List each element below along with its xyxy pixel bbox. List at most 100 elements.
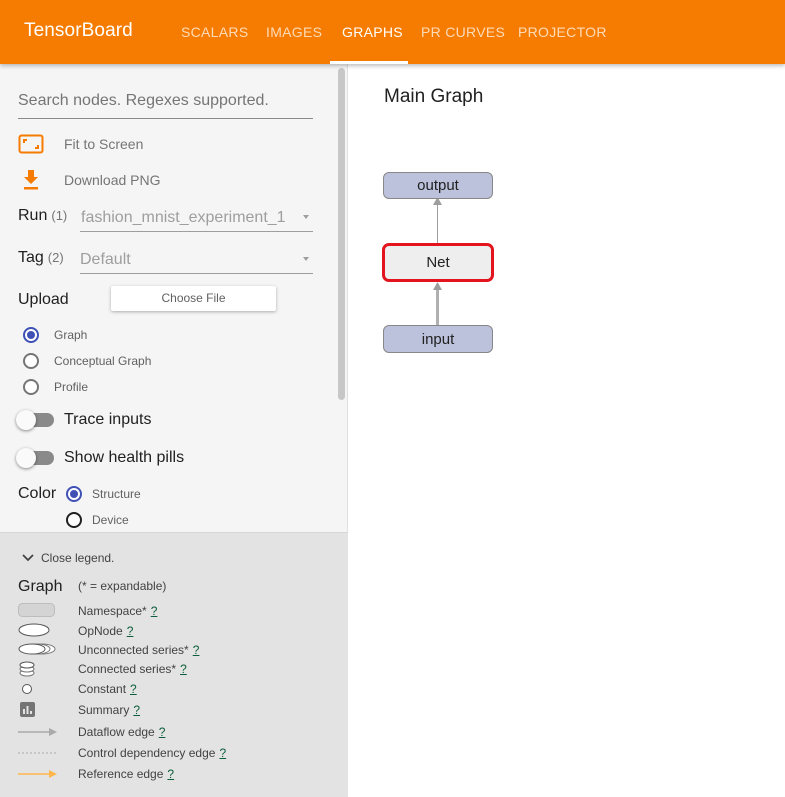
help-link[interactable]: ? bbox=[159, 725, 166, 739]
upload-label: Upload bbox=[18, 291, 69, 308]
legend-label: Dataflow edge bbox=[78, 725, 155, 739]
tag-count: (2) bbox=[47, 250, 64, 265]
help-link[interactable]: ? bbox=[127, 624, 134, 638]
download-png-button[interactable]: Download PNG bbox=[18, 168, 161, 192]
radio-graph[interactable]: Graph bbox=[23, 327, 87, 343]
help-link[interactable]: ? bbox=[151, 604, 158, 618]
help-link[interactable]: ? bbox=[167, 767, 174, 781]
radio-structure-label: Structure bbox=[92, 487, 141, 501]
summary-icon bbox=[18, 702, 58, 718]
run-select-value: fashion_mnist_experiment_1 bbox=[81, 209, 286, 226]
constant-icon bbox=[18, 681, 58, 697]
control-edge-icon bbox=[18, 745, 58, 761]
namespace-icon bbox=[18, 603, 58, 619]
tag-select-value: Default bbox=[80, 251, 131, 268]
legend-item-unconnected-series: Unconnected series*? bbox=[18, 642, 338, 658]
opnode-icon bbox=[18, 623, 58, 639]
download-icon bbox=[18, 169, 44, 191]
health-pills-label: Show health pills bbox=[64, 449, 185, 466]
radio-conceptual-graph[interactable]: Conceptual Graph bbox=[23, 353, 151, 369]
help-link[interactable]: ? bbox=[180, 662, 187, 676]
legend-item-connected-series: Connected series*? bbox=[18, 661, 338, 677]
toggle-track bbox=[16, 410, 54, 430]
legend-item-summary: Summary? bbox=[18, 702, 338, 718]
connected-series-icon bbox=[18, 661, 58, 677]
graph-legend: Close legend. Graph (* = expandable) Nam… bbox=[0, 532, 348, 797]
toggle-knob bbox=[16, 448, 36, 468]
trace-inputs-toggle[interactable]: Trace inputs bbox=[16, 410, 152, 430]
legend-item-constant: Constant? bbox=[18, 681, 338, 697]
help-link[interactable]: ? bbox=[130, 682, 137, 696]
legend-item-control-edge: Control dependency edge? bbox=[18, 745, 338, 761]
top-app-bar: TensorBoard SCALARS IMAGES GRAPHS PR CUR… bbox=[0, 0, 785, 64]
app-title: TensorBoard bbox=[24, 20, 133, 41]
tab-projector[interactable]: PROJECTOR bbox=[518, 24, 607, 40]
graph-title: Main Graph bbox=[384, 86, 484, 107]
legend-label: Connected series* bbox=[78, 662, 177, 676]
close-legend-label: Close legend. bbox=[41, 551, 115, 565]
legend-item-opnode: OpNode? bbox=[18, 623, 338, 639]
tab-images[interactable]: IMAGES bbox=[266, 24, 322, 40]
legend-label: OpNode bbox=[78, 624, 123, 638]
legend-item-reference-edge: Reference edge? bbox=[18, 766, 338, 782]
fit-to-screen-button[interactable]: Fit to Screen bbox=[18, 132, 143, 156]
tab-graphs[interactable]: GRAPHS bbox=[342, 24, 403, 40]
sidebar-scrollbar[interactable] bbox=[338, 68, 345, 400]
tag-label: Tag (2) bbox=[18, 249, 64, 267]
run-label-text: Run bbox=[18, 207, 48, 224]
legend-item-dataflow-edge: Dataflow edge? bbox=[18, 724, 338, 740]
fit-screen-icon bbox=[18, 133, 44, 155]
run-label: Run (1) bbox=[18, 207, 67, 225]
tag-select[interactable]: Default bbox=[80, 248, 313, 274]
radio-selected-icon bbox=[23, 327, 39, 343]
legend-expandable-note: (* = expandable) bbox=[78, 579, 167, 593]
active-tab-indicator bbox=[330, 61, 408, 64]
reference-edge-icon bbox=[18, 766, 58, 782]
run-count: (1) bbox=[51, 208, 68, 223]
radio-profile-label: Profile bbox=[54, 380, 89, 394]
trace-inputs-label: Trace inputs bbox=[64, 411, 152, 428]
help-link[interactable]: ? bbox=[133, 703, 140, 717]
dataflow-edge-icon bbox=[18, 724, 58, 740]
graph-node-output[interactable]: output bbox=[383, 172, 493, 199]
radio-device-label: Device bbox=[92, 513, 129, 527]
radio-selected-icon bbox=[66, 486, 82, 502]
run-select[interactable]: fashion_mnist_experiment_1 bbox=[80, 206, 313, 232]
radio-unselected-icon bbox=[23, 353, 39, 369]
help-link[interactable]: ? bbox=[193, 643, 200, 657]
toggle-track bbox=[16, 448, 54, 468]
graph-node-net[interactable]: Net bbox=[382, 243, 494, 282]
help-link[interactable]: ? bbox=[219, 746, 226, 760]
legend-label: Summary bbox=[78, 703, 130, 717]
health-pills-toggle[interactable]: Show health pills bbox=[16, 448, 185, 468]
toggle-knob bbox=[16, 410, 36, 430]
radio-graph-label: Graph bbox=[54, 328, 88, 342]
radio-color-structure[interactable]: Structure bbox=[66, 486, 141, 502]
graph-node-input[interactable]: input bbox=[383, 325, 493, 353]
legend-label: Namespace* bbox=[78, 604, 147, 618]
radio-conceptual-graph-label: Conceptual Graph bbox=[54, 354, 152, 368]
legend-label: Control dependency edge bbox=[78, 746, 216, 760]
color-label: Color bbox=[18, 485, 57, 502]
radio-unselected-icon bbox=[66, 512, 82, 528]
download-png-label: Download PNG bbox=[64, 172, 161, 188]
tag-label-text: Tag bbox=[18, 249, 44, 266]
radio-profile[interactable]: Profile bbox=[23, 379, 88, 395]
radio-unselected-icon bbox=[23, 379, 39, 395]
legend-title: Graph bbox=[18, 578, 63, 595]
legend-label: Unconnected series* bbox=[78, 643, 189, 657]
close-legend-button[interactable]: Close legend. bbox=[22, 551, 114, 565]
legend-label: Constant bbox=[78, 682, 127, 696]
edge-arrow-icon bbox=[433, 282, 442, 290]
legend-label: Reference edge bbox=[78, 767, 164, 781]
tab-pr-curves[interactable]: PR CURVES bbox=[421, 24, 505, 40]
chevron-down-icon bbox=[22, 554, 34, 562]
legend-item-namespace: Namespace*? bbox=[18, 603, 338, 619]
fit-to-screen-label: Fit to Screen bbox=[64, 136, 144, 152]
radio-color-device[interactable]: Device bbox=[66, 512, 129, 528]
chevron-down-icon bbox=[303, 215, 309, 219]
chevron-down-icon bbox=[303, 257, 309, 261]
search-input[interactable]: Search nodes. Regexes supported. bbox=[18, 92, 313, 119]
tab-scalars[interactable]: SCALARS bbox=[181, 24, 248, 40]
choose-file-button[interactable]: Choose File bbox=[111, 286, 276, 311]
